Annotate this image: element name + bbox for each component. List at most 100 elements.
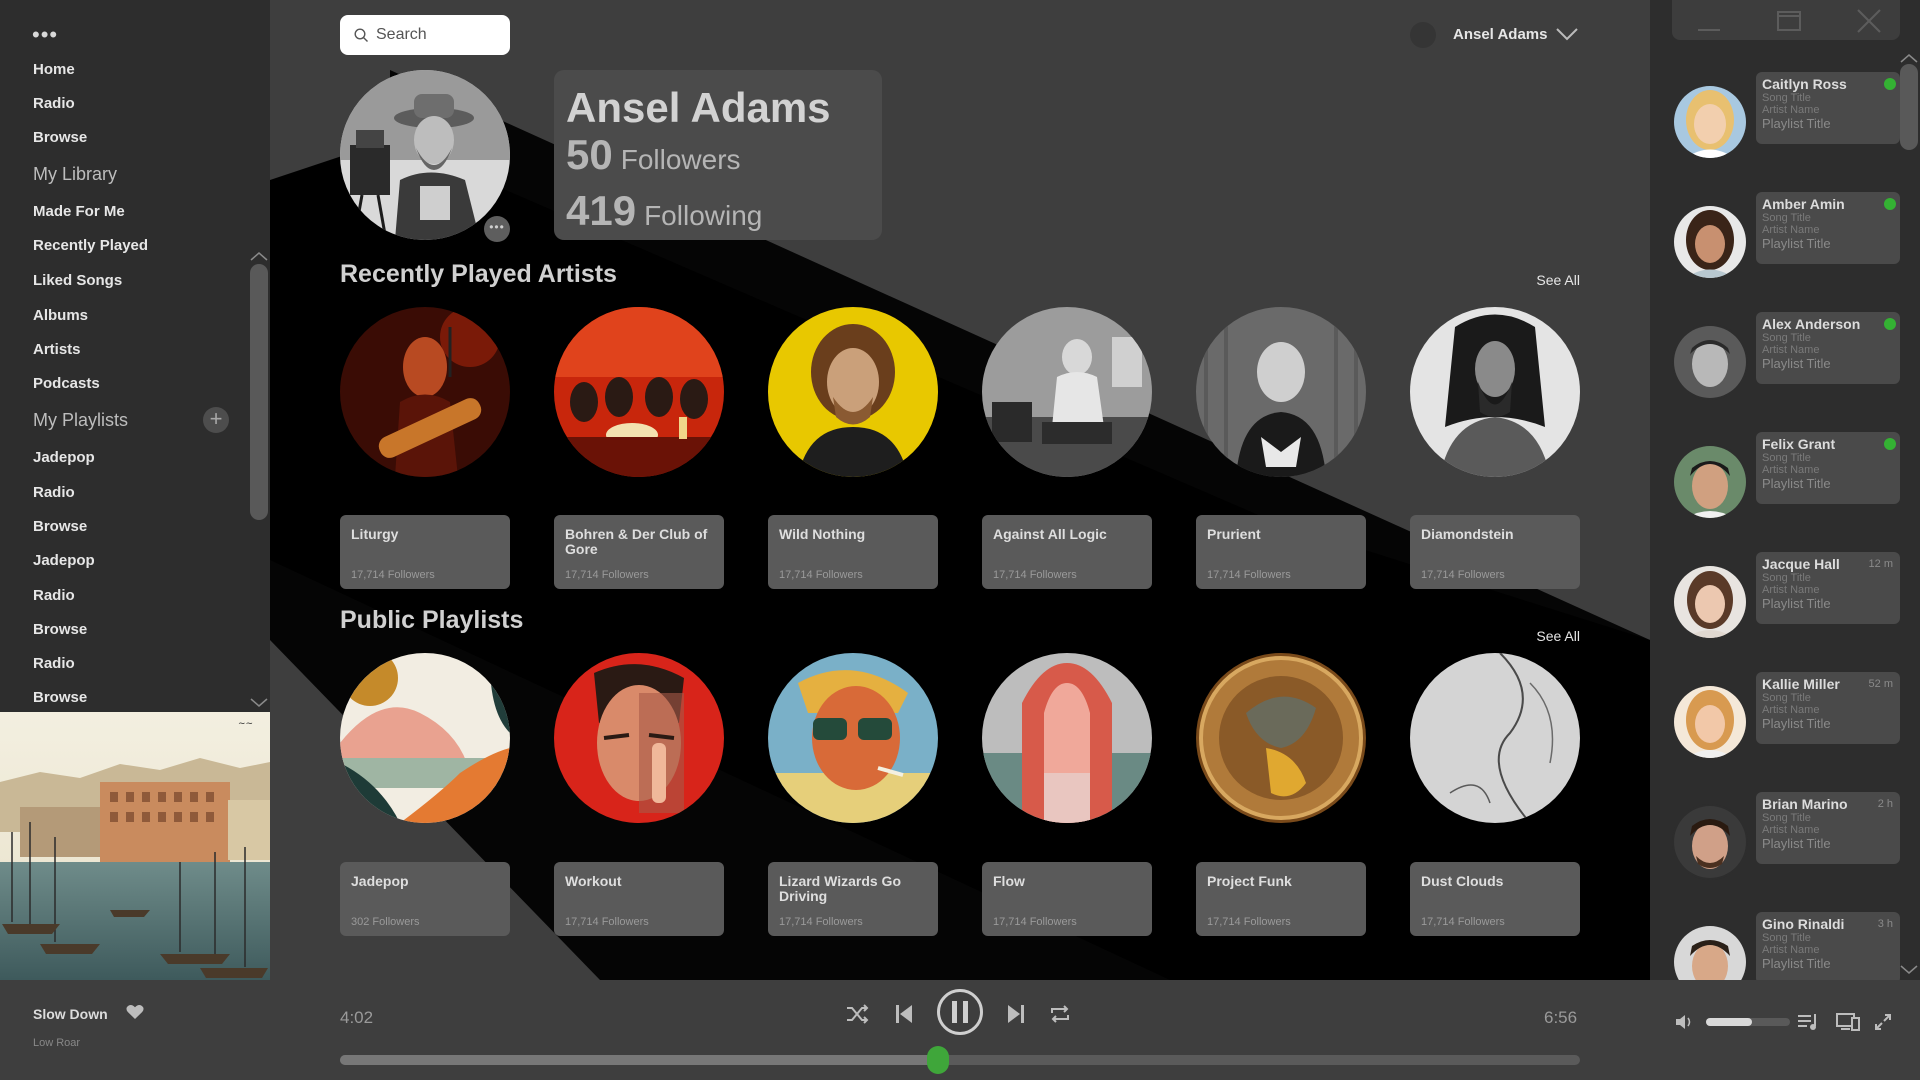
minimize-icon[interactable] <box>1694 8 1724 34</box>
friend-artist[interactable]: Artist Name <box>1762 944 1894 956</box>
friend-avatar[interactable] <box>1672 324 1748 400</box>
friend-playlist[interactable]: Playlist Title <box>1762 596 1894 612</box>
friend-song[interactable]: Song Title <box>1762 932 1894 944</box>
artist-image[interactable] <box>554 307 724 477</box>
maximize-icon[interactable] <box>1774 8 1804 34</box>
user-avatar[interactable] <box>1410 22 1436 48</box>
volume-slider[interactable] <box>1706 1018 1790 1026</box>
artist-card[interactable]: Diamondstein 17,714 Followers <box>1410 515 1580 589</box>
close-icon[interactable] <box>1854 8 1884 34</box>
friend-playlist[interactable]: Playlist Title <box>1762 116 1894 132</box>
sidebar-playlist-item[interactable]: Radio <box>33 655 75 672</box>
followers-stat[interactable]: 50 Followers <box>566 132 870 188</box>
artist-image[interactable] <box>1196 307 1366 477</box>
playlist-image[interactable] <box>1410 653 1580 823</box>
friend-song[interactable]: Song Title <box>1762 572 1894 584</box>
artist-card[interactable]: Liturgy 17,714 Followers <box>340 515 510 589</box>
sidebar-item-liked-songs[interactable]: Liked Songs <box>33 272 122 289</box>
friend-avatar[interactable] <box>1672 84 1748 160</box>
profile-avatar[interactable] <box>340 70 510 240</box>
now-playing-title[interactable]: Slow Down <box>33 1006 108 1022</box>
sidebar-playlist-item[interactable]: Radio <box>33 484 75 501</box>
friend-artist[interactable]: Artist Name <box>1762 824 1894 836</box>
user-menu[interactable]: Ansel Adams <box>1410 20 1580 50</box>
playlist-image[interactable] <box>340 653 510 823</box>
friend-avatar[interactable] <box>1672 924 1748 980</box>
profile-more-button[interactable]: ••• <box>484 216 510 242</box>
sidebar-item-podcasts[interactable]: Podcasts <box>33 375 100 392</box>
friend-avatar[interactable] <box>1672 564 1748 640</box>
playlist-image[interactable] <box>554 653 724 823</box>
playlist-card[interactable]: Dust Clouds 17,714 Followers <box>1410 862 1580 936</box>
sidebar-item-artists[interactable]: Artists <box>33 341 81 358</box>
sidebar-playlist-item[interactable]: Browse <box>33 621 87 638</box>
repeat-icon[interactable] <box>1048 1002 1072 1026</box>
artist-card[interactable]: Prurient 17,714 Followers <box>1196 515 1366 589</box>
friend-song[interactable]: Song Title <box>1762 212 1894 224</box>
friend-playlist[interactable]: Playlist Title <box>1762 956 1894 972</box>
friend-song[interactable]: Song Title <box>1762 92 1894 104</box>
menu-dots-button[interactable]: ••• <box>32 24 58 46</box>
following-stat[interactable]: 419 Following <box>566 188 870 244</box>
artist-card[interactable]: Bohren & Der Club of Gore 17,714 Followe… <box>554 515 724 589</box>
sidebar-item-radio[interactable]: Radio <box>33 95 75 112</box>
friend-avatar[interactable] <box>1672 204 1748 280</box>
artist-image[interactable] <box>1410 307 1580 477</box>
pause-icon[interactable] <box>936 988 984 1036</box>
now-playing-artist[interactable]: Low Roar <box>33 1037 80 1049</box>
next-icon[interactable] <box>1006 1003 1026 1025</box>
sidebar-playlist-item[interactable]: Jadepop <box>33 552 95 569</box>
progress-bar[interactable] <box>340 1046 1580 1074</box>
playlist-card[interactable]: Jadepop 302 Followers <box>340 862 510 936</box>
friend-playlist[interactable]: Playlist Title <box>1762 836 1894 852</box>
friend-item[interactable]: Kallie Miller Song Title Artist Name Pla… <box>1672 672 1900 772</box>
friend-item[interactable]: Jacque Hall Song Title Artist Name Playl… <box>1672 552 1900 652</box>
friend-item[interactable]: Amber Amin Song Title Artist Name Playli… <box>1672 192 1900 292</box>
volume-icon[interactable] <box>1675 1013 1695 1031</box>
sidebar-playlist-item[interactable]: Jadepop <box>33 449 95 466</box>
friend-artist[interactable]: Artist Name <box>1762 344 1894 356</box>
sidebar-item-browse[interactable]: Browse <box>33 129 87 146</box>
devices-icon[interactable] <box>1836 1012 1860 1032</box>
add-playlist-button[interactable]: + <box>203 407 229 433</box>
scroll-up-icon[interactable] <box>249 250 269 262</box>
friend-song[interactable]: Song Title <box>1762 332 1894 344</box>
previous-icon[interactable] <box>894 1003 914 1025</box>
friend-avatar[interactable] <box>1672 444 1748 520</box>
friend-artist[interactable]: Artist Name <box>1762 584 1894 596</box>
playlist-image[interactable] <box>768 653 938 823</box>
friend-item[interactable]: Caitlyn Ross Song Title Artist Name Play… <box>1672 72 1900 172</box>
friend-avatar[interactable] <box>1672 684 1748 760</box>
friend-item[interactable]: Alex Anderson Song Title Artist Name Pla… <box>1672 312 1900 412</box>
friend-playlist[interactable]: Playlist Title <box>1762 476 1894 492</box>
friend-artist[interactable]: Artist Name <box>1762 224 1894 236</box>
sidebar-item-albums[interactable]: Albums <box>33 307 88 324</box>
friend-artist[interactable]: Artist Name <box>1762 704 1894 716</box>
friend-artist[interactable]: Artist Name <box>1762 104 1894 116</box>
progress-knob[interactable] <box>926 1046 949 1074</box>
friend-song[interactable]: Song Title <box>1762 812 1894 824</box>
recent-artists-see-all-link[interactable]: See All <box>1536 272 1580 288</box>
artist-image[interactable] <box>340 307 510 477</box>
friend-song[interactable]: Song Title <box>1762 692 1894 704</box>
friends-scrollbar-thumb[interactable] <box>1900 64 1918 150</box>
sidebar-playlist-item[interactable]: Browse <box>33 689 87 706</box>
friend-playlist[interactable]: Playlist Title <box>1762 356 1894 372</box>
queue-icon[interactable] <box>1797 1012 1819 1032</box>
chevron-down-icon[interactable] <box>1555 26 1579 42</box>
friend-song[interactable]: Song Title <box>1762 452 1894 464</box>
fullscreen-icon[interactable] <box>1874 1013 1892 1031</box>
now-playing-album-art[interactable]: ~~ <box>0 712 270 980</box>
friend-item[interactable]: Gino Rinaldi Song Title Artist Name Play… <box>1672 912 1900 980</box>
friend-item[interactable]: Brian Marino Song Title Artist Name Play… <box>1672 792 1900 892</box>
sidebar-item-made-for-me[interactable]: Made For Me <box>33 203 125 220</box>
heart-icon[interactable] <box>126 1004 144 1020</box>
playlist-card[interactable]: Project Funk 17,714 Followers <box>1196 862 1366 936</box>
playlist-image[interactable] <box>1196 653 1366 823</box>
playlist-card[interactable]: Flow 17,714 Followers <box>982 862 1152 936</box>
friend-artist[interactable]: Artist Name <box>1762 464 1894 476</box>
sidebar-scrollbar-thumb[interactable] <box>250 264 268 520</box>
sidebar-playlist-item[interactable]: Browse <box>33 518 87 535</box>
sidebar-playlist-item[interactable]: Radio <box>33 587 75 604</box>
artist-card[interactable]: Wild Nothing 17,714 Followers <box>768 515 938 589</box>
